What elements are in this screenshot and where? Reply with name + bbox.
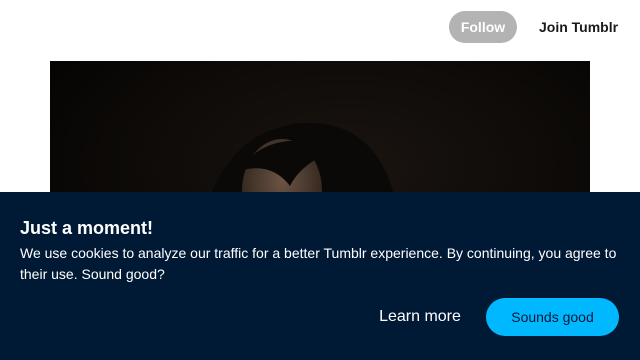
join-tumblr-link[interactable]: Join Tumblr	[539, 11, 618, 43]
sounds-good-button[interactable]: Sounds good	[486, 298, 619, 336]
header-bar: Follow Join Tumblr	[0, 0, 640, 56]
tumblr-post-page: Follow Join Tumblr Just a moment! We use…	[0, 0, 640, 360]
learn-more-button[interactable]: Learn more	[366, 298, 474, 336]
cookie-banner-title: Just a moment!	[20, 218, 154, 238]
cookie-banner-message: We use cookies to analyze our traffic fo…	[20, 245, 617, 282]
follow-button[interactable]: Follow	[449, 11, 517, 43]
